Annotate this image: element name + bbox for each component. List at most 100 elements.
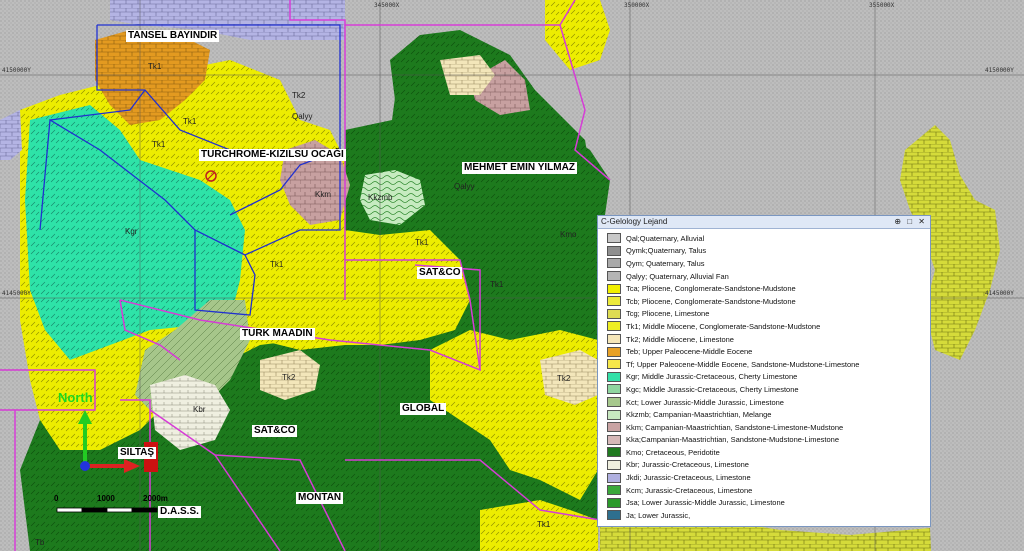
unit-label: Kgr xyxy=(125,227,138,236)
coord-label: 4145000Y xyxy=(2,290,31,297)
legend-item-label: Kmo; Cretaceous, Peridotite xyxy=(626,447,720,457)
legend-swatch xyxy=(607,447,621,458)
legend-item-label: Tcg; Pliocene, Limestone xyxy=(626,309,710,319)
legend-swatch xyxy=(607,283,621,294)
coord-label: 355000X xyxy=(869,2,895,9)
legend-item-label: Kkm; Campanian-Maastrichtian, Sandstone-… xyxy=(626,422,844,432)
label-tansel-bayindir: TANSEL BAYINDIR xyxy=(126,30,220,42)
unit-label: Tk1 xyxy=(415,238,429,247)
legend-item-label: Kbr; Jurassic-Cretaceous, Limestone xyxy=(626,460,749,470)
legend-swatch xyxy=(607,371,621,382)
label-turk-maadin: TURK MAADIN xyxy=(240,328,315,340)
legend-item: Qal;Quaternary, Alluvial xyxy=(607,232,930,245)
legend-item-label: Tf; Upper Paleocene-Middle Eocene, Sands… xyxy=(626,359,860,369)
legend-item: Kcm; Jurassic-Cretaceous, Limestone xyxy=(607,484,930,497)
coord-label: 4145000Y xyxy=(985,290,1014,297)
coord-label: 345000X xyxy=(374,2,400,9)
legend-item: Kct; Lower Jurassic-Middle Jurassic, Lim… xyxy=(607,396,930,409)
legend-item: Kbr; Jurassic-Cretaceous, Limestone xyxy=(607,459,930,472)
unit-label: Tk1 xyxy=(152,140,166,149)
legend-swatch xyxy=(607,271,621,282)
legend-item: Kkm; Campanian-Maastrichtian, Sandstone-… xyxy=(607,421,930,434)
north-label: North xyxy=(58,390,93,405)
legend-swatch xyxy=(607,485,621,496)
legend-item: Jkdi; Jurassic-Cretaceous, Limestone xyxy=(607,471,930,484)
legend-item: Tk2; Middle Miocene, Limestone xyxy=(607,333,930,346)
unit-label: Kmo xyxy=(560,230,577,239)
unit-label: Tk1 xyxy=(270,260,284,269)
legend-item-label: Kka;Campanian-Maastrichtian, Sandstone-M… xyxy=(626,435,840,445)
label-satco-south: SAT&CO xyxy=(252,425,298,437)
legend-window-controls[interactable]: ⊕ □ ✕ xyxy=(894,216,927,228)
legend-swatch xyxy=(607,434,621,445)
unit-label: Tb xyxy=(35,538,45,547)
label-turchrome-kizilsu: TURCHROME-KIZILSU OCAĞI xyxy=(199,149,346,161)
legend-swatch xyxy=(607,321,621,332)
legend-item-label: Kgr; Middle Jurassic-Cretaceous, Cherty … xyxy=(626,372,798,382)
legend-item-label: Qymk;Quaternary, Talus xyxy=(626,246,707,256)
legend-item: Kmo; Cretaceous, Peridotite xyxy=(607,446,930,459)
legend-item: Tf; Upper Paleocene-Middle Eocene, Sands… xyxy=(607,358,930,371)
legend-item: Kkzmb; Campanian-Maastrichtian, Melange xyxy=(607,408,930,421)
legend-swatch xyxy=(607,397,621,408)
legend-item-label: Kkzmb; Campanian-Maastrichtian, Melange xyxy=(626,410,772,420)
coord-label: 4150000Y xyxy=(2,67,31,74)
coord-label: 350000X xyxy=(624,2,650,9)
legend-swatch xyxy=(607,497,621,508)
legend-panel[interactable]: C-Gelology Lejand ⊕ □ ✕ Qal;Quaternary, … xyxy=(597,215,931,527)
legend-swatch xyxy=(607,359,621,370)
legend-item: Tcb; Pliocene, Conglomerate-Sandstone-Mu… xyxy=(607,295,930,308)
legend-item-label: Kcm; Jurassic-Cretaceous, Limestone xyxy=(626,485,753,495)
legend-item-label: Teb; Upper Paleocene-Middle Eocene xyxy=(626,347,753,357)
legend-swatch xyxy=(607,258,621,269)
unit-label: Qalyy xyxy=(454,182,475,191)
legend-item: Qalyy; Quaternary, Alluvial Fan xyxy=(607,270,930,283)
label-satco-north: SAT&CO xyxy=(417,267,463,279)
label-montan: MONTAN xyxy=(296,492,344,504)
legend-item-label: Ja; Lower Jurassic, xyxy=(626,510,691,520)
legend-swatch xyxy=(607,245,621,256)
legend-swatch xyxy=(607,334,621,345)
unit-label: Tk1 xyxy=(537,520,551,529)
unit-label: Tk2 xyxy=(292,91,306,100)
scale-tick-2000: 2000m xyxy=(143,494,168,503)
legend-item-label: Tk1; Middle Miocene, Conglomerate-Sandst… xyxy=(626,321,821,331)
legend-swatch xyxy=(607,296,621,307)
legend-item: Qym; Quaternary, Talus xyxy=(607,257,930,270)
unit-label: Tk2 xyxy=(557,374,571,383)
legend-item-label: Jsa; Lower Jurassic-Middle Jurassic, Lim… xyxy=(626,498,785,508)
unit-label: Kbr xyxy=(193,405,206,414)
legend-swatch xyxy=(607,308,621,319)
legend-swatch xyxy=(607,384,621,395)
legend-item-label: Qal;Quaternary, Alluvial xyxy=(626,233,705,243)
legend-item-label: Jkdi; Jurassic-Cretaceous, Limestone xyxy=(626,473,751,483)
unit-label: Tk1 xyxy=(490,280,504,289)
unit-label: Kkzmb xyxy=(368,193,393,202)
unit-label: Tk1 xyxy=(183,117,197,126)
legend-item: Tcg; Pliocene, Limestone xyxy=(607,308,930,321)
legend-swatch xyxy=(607,459,621,470)
legend-item: Kgr; Middle Jurassic-Cretaceous, Cherty … xyxy=(607,371,930,384)
legend-title-bar[interactable]: C-Gelology Lejand ⊕ □ ✕ xyxy=(598,216,930,229)
label-global: GLOBAL xyxy=(400,403,447,415)
scale-bar xyxy=(56,507,158,513)
unit-label: Kkm xyxy=(315,190,331,199)
legend-item: Ja; Lower Jurassic, xyxy=(607,509,930,522)
legend-item-label: Tk2; Middle Miocene, Limestone xyxy=(626,334,734,344)
legend-swatch xyxy=(607,233,621,244)
legend-item: Tca; Pliocene, Conglomerate-Sandstone-Mu… xyxy=(607,282,930,295)
legend-list: Qal;Quaternary, Alluvial Qymk;Quaternary,… xyxy=(598,229,930,522)
legend-item-label: Qym; Quaternary, Talus xyxy=(626,258,705,268)
label-dass: D.A.S.S. xyxy=(158,506,201,518)
legend-swatch xyxy=(607,510,621,521)
legend-swatch xyxy=(607,472,621,483)
unit-label: Tk2 xyxy=(282,373,296,382)
legend-item: Qymk;Quaternary, Talus xyxy=(607,245,930,258)
legend-item: Kgc; Middle Jurassic-Cretaceous, Cherty … xyxy=(607,383,930,396)
legend-item-label: Kct; Lower Jurassic-Middle Jurassic, Lim… xyxy=(626,397,784,407)
unit-label: Tk1 xyxy=(148,62,162,71)
legend-item: Tk1; Middle Miocene, Conglomerate-Sandst… xyxy=(607,320,930,333)
legend-item: Jsa; Lower Jurassic-Middle Jurassic, Lim… xyxy=(607,496,930,509)
legend-item-label: Qalyy; Quaternary, Alluvial Fan xyxy=(626,271,729,281)
scale-tick-1000: 1000 xyxy=(97,494,115,503)
